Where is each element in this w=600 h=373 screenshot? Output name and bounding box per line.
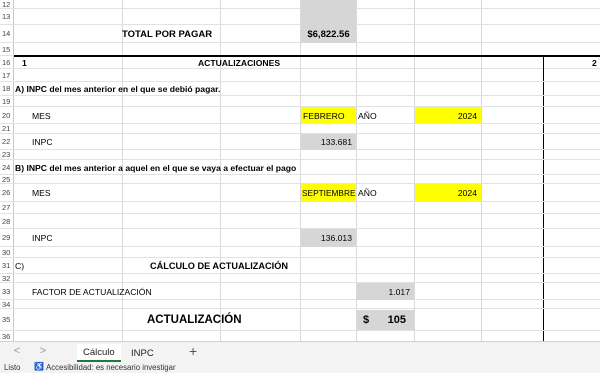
- factor-value[interactable]: 1.017: [357, 283, 414, 300]
- add-sheet-icon[interactable]: +: [189, 343, 197, 359]
- gray-cell[interactable]: [301, 9, 356, 25]
- prev-sheet-icon[interactable]: <: [10, 345, 24, 357]
- row-25[interactable]: 25: [0, 175, 600, 184]
- row-19[interactable]: 19: [0, 96, 600, 107]
- row-13[interactable]: 13: [0, 9, 600, 25]
- row-number[interactable]: 36: [0, 331, 12, 341]
- spreadsheet-grid[interactable]: 12 13 14 TOTAL POR PAGAR $6,822.56 15 16…: [0, 0, 600, 341]
- section-number[interactable]: 1: [22, 57, 42, 69]
- row-number[interactable]: 27: [0, 202, 12, 213]
- part-c-title[interactable]: CÁLCULO DE ACTUALIZACIÓN: [150, 258, 350, 274]
- gray-cell[interactable]: [301, 0, 356, 9]
- row-number[interactable]: 19: [0, 96, 12, 106]
- row-number[interactable]: 15: [0, 43, 12, 55]
- row-32[interactable]: 32: [0, 274, 600, 283]
- row-number[interactable]: 34: [0, 300, 12, 309]
- factor-label[interactable]: FACTOR DE ACTUALIZACIÓN: [32, 283, 192, 300]
- anio-label-b[interactable]: AÑO: [358, 184, 398, 202]
- mes-value-b[interactable]: SEPTIEMBRE: [301, 184, 356, 202]
- row-21[interactable]: 21: [0, 124, 600, 134]
- total-value[interactable]: $6,822.56: [301, 25, 356, 43]
- accessibility-status[interactable]: Accesibilidad: es necesario investigar: [46, 363, 176, 372]
- mes-label-b[interactable]: MES: [32, 184, 92, 202]
- tab-calculo[interactable]: Cálculo: [77, 344, 121, 362]
- inpc-value-a[interactable]: 133.681: [301, 134, 356, 150]
- row-number[interactable]: 23: [0, 150, 12, 159]
- actualizacion-value: 105: [387, 314, 406, 326]
- row-number[interactable]: 18: [0, 82, 12, 95]
- sheet-tab-bar: < > Cálculo INPC +: [0, 341, 600, 362]
- section-title[interactable]: ACTUALIZACIONES: [122, 57, 356, 69]
- row-30[interactable]: 30: [0, 247, 600, 258]
- section-number-right[interactable]: 2: [592, 57, 600, 69]
- row-36[interactable]: 36: [0, 331, 600, 341]
- row-number[interactable]: 21: [0, 124, 12, 133]
- part-a-heading[interactable]: A) INPC del mes anterior en el que se de…: [15, 82, 315, 96]
- row-14[interactable]: 14: [0, 25, 600, 43]
- accessibility-icon[interactable]: ♿: [34, 362, 44, 371]
- row-23[interactable]: 23: [0, 150, 600, 160]
- actualizacion-label[interactable]: ACTUALIZACIÓN: [147, 309, 297, 331]
- inpc-value-b[interactable]: 136.013: [301, 229, 356, 247]
- row-17[interactable]: 17: [0, 69, 600, 82]
- anio-value-b[interactable]: 2024: [415, 184, 481, 202]
- next-sheet-icon[interactable]: >: [36, 345, 50, 357]
- row-number[interactable]: 26: [0, 184, 12, 201]
- actualizacion-value-cell[interactable]: $ 105: [357, 310, 414, 330]
- row-12[interactable]: 12: [0, 0, 600, 9]
- currency-symbol: $: [363, 314, 370, 326]
- row-number[interactable]: 33: [0, 283, 12, 299]
- row-number[interactable]: 29: [0, 229, 12, 246]
- row-34[interactable]: 34: [0, 300, 600, 309]
- row-number[interactable]: 12: [0, 0, 12, 9]
- mes-label-a[interactable]: MES: [32, 107, 92, 124]
- row-number[interactable]: 22: [0, 134, 12, 149]
- row-number[interactable]: 32: [0, 274, 12, 283]
- inpc-label-a[interactable]: INPC: [32, 134, 92, 150]
- anio-value-a[interactable]: 2024: [415, 107, 481, 124]
- part-b-heading[interactable]: B) INPC del mes anterior a aquel en el q…: [15, 160, 415, 175]
- inpc-label-b[interactable]: INPC: [32, 229, 92, 247]
- row-28[interactable]: 28: [0, 214, 600, 229]
- row-number[interactable]: 24: [0, 160, 12, 174]
- row-number[interactable]: 16: [0, 57, 12, 68]
- tab-inpc[interactable]: INPC: [125, 344, 160, 362]
- row-number[interactable]: 35: [0, 309, 12, 330]
- status-ready: Listo: [4, 363, 21, 372]
- row-number[interactable]: 28: [0, 214, 12, 228]
- anio-label-a[interactable]: AÑO: [358, 107, 398, 124]
- part-c-letter[interactable]: C): [15, 258, 35, 274]
- row-number[interactable]: 30: [0, 247, 12, 257]
- row-27[interactable]: 27: [0, 202, 600, 214]
- total-label[interactable]: TOTAL POR PAGAR: [122, 25, 220, 43]
- status-bar: Listo ♿ Accesibilidad: es necesario inve…: [0, 362, 600, 373]
- row-number[interactable]: 20: [0, 107, 12, 123]
- row-number[interactable]: 25: [0, 175, 12, 184]
- row-number[interactable]: 13: [0, 9, 12, 24]
- row-35[interactable]: 35: [0, 309, 600, 331]
- row-number[interactable]: 31: [0, 258, 12, 273]
- row-number[interactable]: 14: [0, 25, 12, 42]
- mes-value-a[interactable]: FEBRERO: [301, 107, 356, 124]
- row-number[interactable]: 17: [0, 69, 12, 81]
